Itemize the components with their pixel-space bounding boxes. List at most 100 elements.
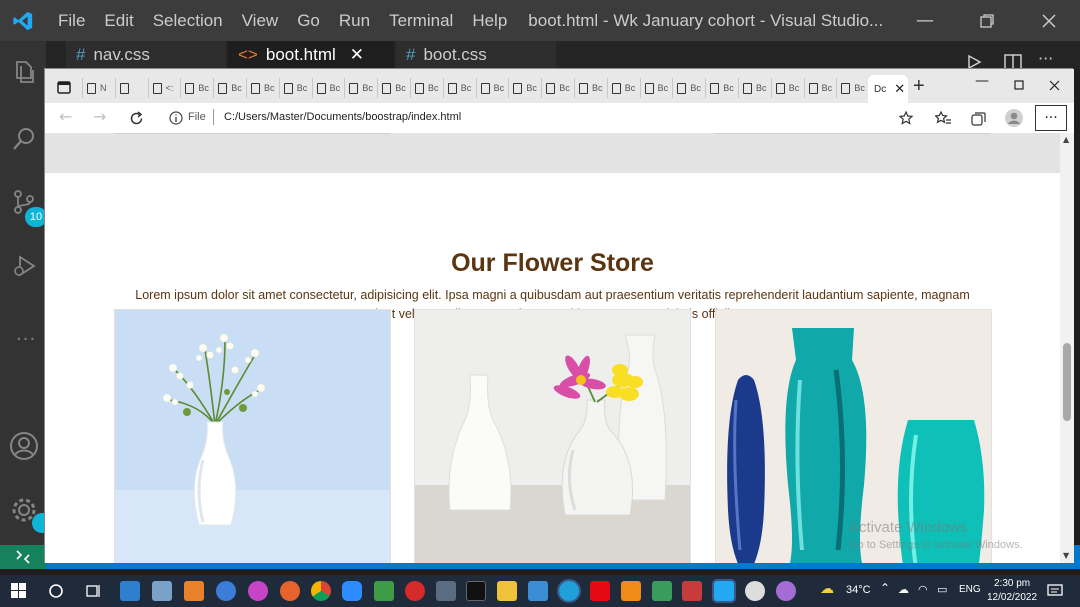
task-view-icon[interactable] [86,583,102,599]
node-icon[interactable] [374,581,394,601]
weather-icon[interactable]: ☁ [820,581,834,597]
taskbar-search-icon[interactable] [48,583,64,599]
minimize-button[interactable]: — [894,0,956,41]
browser-tab[interactable]: Bc [344,78,373,98]
active-browser-tab[interactable]: Dc ✕ [868,75,908,103]
browser-tab[interactable]: Bc [475,78,505,98]
browser-app-icon[interactable] [248,581,268,601]
collections-icon[interactable] [971,111,987,126]
sublime-icon[interactable] [184,581,204,601]
windows-start-icon[interactable] [11,583,26,598]
menu-file[interactable]: File [58,11,85,31]
tab-nav-css[interactable]: # nav.css [66,41,226,69]
mail-icon[interactable] [120,581,140,601]
menu-edit[interactable]: Edit [104,11,133,31]
terminal-icon[interactable] [466,581,486,601]
tab-boot-html[interactable]: <> boot.html ✕ [228,41,394,69]
browser-tab[interactable]: Bc [770,78,800,98]
address-url-field[interactable]: C:/Users/Master/Documents/boostrap/index… [224,111,461,123]
globe-app-icon[interactable] [216,581,236,601]
close-tab-icon[interactable]: ✕ [350,45,364,65]
search-icon[interactable] [11,126,37,152]
close-tab-icon[interactable]: ✕ [894,81,905,97]
tab-actions-icon[interactable] [57,81,71,94]
browser-tab[interactable]: Bc [541,78,570,98]
clock-time[interactable]: 2:30 pm [994,578,1030,589]
browser-tab[interactable]: Bc [508,78,537,98]
browser-tab[interactable]: Bc [672,78,701,98]
back-arrow-icon[interactable]: ← [59,107,72,126]
menu-terminal[interactable]: Terminal [389,11,453,31]
browser-tab[interactable]: Bc [705,78,734,98]
browser-tab[interactable]: Bc [574,78,603,98]
menu-go[interactable]: Go [297,11,320,31]
explorer-icon[interactable] [11,59,37,85]
zoom-icon[interactable] [342,581,362,601]
opera-icon[interactable] [405,581,425,601]
netflix-icon[interactable] [590,581,610,601]
edge-icon[interactable] [559,581,579,601]
favorites-icon[interactable] [935,111,951,126]
browser-minimize-button[interactable]: — [975,73,989,89]
more-actions-icon[interactable]: ··· [1038,49,1053,68]
vlc-icon[interactable] [621,581,641,601]
product-card[interactable] [114,309,391,563]
firefox-icon[interactable] [280,581,300,601]
menu-selection[interactable]: Selection [153,11,223,31]
scroll-down-arrow-icon[interactable]: ▼ [1063,551,1069,560]
browser-tab[interactable]: Bc [278,78,308,98]
music-icon[interactable] [776,581,796,601]
settings-menu-button[interactable]: ··· [1035,105,1067,131]
app-red-icon[interactable] [682,581,702,601]
refresh-icon[interactable] [129,111,144,126]
browser-tab[interactable]: Bc [639,78,669,98]
browser-tab[interactable]: Bc [836,78,865,98]
notifications-icon[interactable] [1047,583,1063,599]
info-icon[interactable] [169,111,183,125]
browser-maximize-icon[interactable] [1014,80,1024,90]
scroll-up-arrow-icon[interactable]: ▲ [1063,135,1069,144]
product-card[interactable] [414,309,691,563]
browser-tab[interactable]: Bc [410,78,439,98]
forward-arrow-icon[interactable]: → [93,107,106,126]
remote-indicator-icon[interactable] [0,545,46,569]
browser-tab[interactable]: Bc [311,78,341,98]
show-hidden-icons-icon[interactable]: ⌃ [880,581,890,595]
app-icon[interactable] [652,581,672,601]
temperature-label[interactable]: 34°C [846,584,871,596]
file-app-icon[interactable] [152,581,172,601]
scrollbar-thumb[interactable] [1063,343,1071,421]
file-explorer-icon[interactable] [497,581,517,601]
browser-tab[interactable]: Bc [442,78,472,98]
calculator-icon[interactable] [436,581,456,601]
onedrive-icon[interactable]: ☁ [898,583,909,596]
browser-tab[interactable]: Bc [377,78,406,98]
profile-avatar-icon[interactable] [1005,109,1023,127]
chrome-icon[interactable] [311,581,331,601]
more-icon[interactable]: ··· [16,329,36,350]
input-language[interactable]: ENG [959,584,981,595]
media-icon[interactable] [528,581,548,601]
battery-icon[interactable]: ▭ [937,583,947,596]
restore-button[interactable] [956,0,1018,41]
browser-tab[interactable]: Bc [180,78,209,98]
new-tab-button[interactable]: + [913,75,925,98]
app-circle-icon[interactable] [745,581,765,601]
close-window-button[interactable] [1018,0,1080,41]
menu-view[interactable]: View [242,11,279,31]
menu-run[interactable]: Run [339,11,370,31]
browser-tab[interactable]: Bc [803,78,833,98]
browser-tab[interactable]: <: [147,78,177,98]
vscode-taskbar-icon[interactable] [714,581,734,601]
browser-tab[interactable]: Bc [738,78,767,98]
page-scrollbar[interactable]: ▲ ▼ [1060,133,1074,563]
browser-tab[interactable]: Bc [213,78,242,98]
menu-help[interactable]: Help [472,11,507,31]
clock-date[interactable]: 12/02/2022 [987,592,1037,603]
wifi-icon[interactable]: ◠ [918,583,928,596]
run-debug-icon[interactable] [11,253,37,279]
account-icon[interactable] [9,431,39,461]
add-favorite-icon[interactable] [899,111,915,126]
browser-tab[interactable]: N [82,78,111,98]
browser-tab[interactable]: Bc [606,78,636,98]
